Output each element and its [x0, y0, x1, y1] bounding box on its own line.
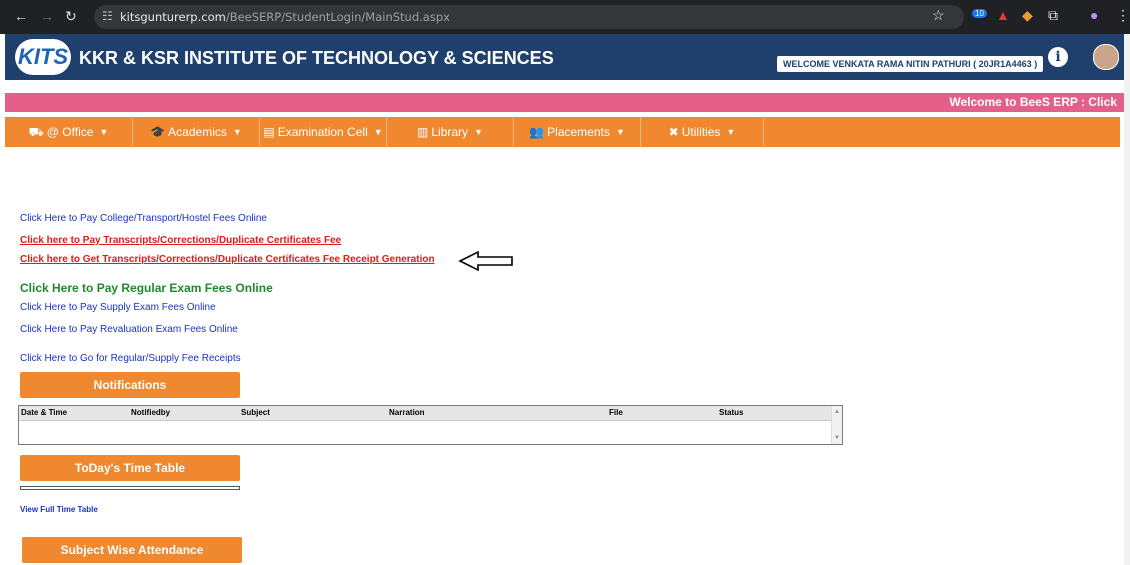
menu-library[interactable]: ▥ Library ▼ [387, 117, 514, 147]
menu-label: Library [431, 125, 469, 139]
table-header: Date & Time Notifiedby Subject Narration… [19, 406, 842, 421]
page-scrollbar[interactable] [1124, 34, 1130, 565]
users-icon: 👥 [529, 125, 545, 139]
column-header: Notifiedby [131, 408, 171, 417]
chevron-down-icon: ▼ [615, 127, 625, 137]
browser-chrome: ← → ↻ ☷ kitsgunturerp.com/BeeSERP/Studen… [0, 0, 1130, 34]
menu-label: @ Office [46, 125, 94, 139]
address-bar[interactable]: ☷ kitsgunturerp.com/BeeSERP/StudentLogin… [94, 5, 964, 29]
column-header: Status [719, 408, 744, 417]
url-text: kitsgunturerp.com/BeeSERP/StudentLogin/M… [120, 10, 450, 24]
scroll-up-icon[interactable]: ▲ [834, 409, 840, 415]
pay-supply-exam-link[interactable]: Click Here to Pay Supply Exam Fees Onlin… [20, 302, 216, 313]
pay-transcripts-fee-link[interactable]: Click here to Pay Transcripts/Correction… [20, 235, 341, 246]
menu-office[interactable]: ⛟ @ Office ▼ [5, 117, 133, 147]
view-full-timetable-link[interactable]: View Full Time Table [20, 505, 98, 514]
fee-receipts-link[interactable]: Click Here to Go for Regular/Supply Fee … [20, 353, 241, 364]
pay-regular-exam-link[interactable]: Click Here to Pay Regular Exam Fees Onli… [20, 281, 273, 295]
document-icon: ▤ [263, 125, 275, 139]
menu-examination-cell[interactable]: ▤ Examination Cell ▼ [260, 117, 387, 147]
profile-icon[interactable]: ● [1090, 7, 1098, 23]
forward-icon[interactable]: → [40, 8, 54, 24]
tools-icon: ✖ [668, 125, 679, 139]
menu-label: Placements [547, 125, 610, 139]
column-header: Narration [389, 408, 425, 417]
chevron-down-icon: ▼ [99, 127, 109, 137]
institute-logo: KITS [15, 39, 71, 75]
pay-college-fees-link[interactable]: Click Here to Pay College/Transport/Host… [20, 213, 267, 224]
pay-revaluation-link[interactable]: Click Here to Pay Revaluation Exam Fees … [20, 324, 238, 335]
warning-triangle-icon[interactable]: ▲ [996, 7, 1010, 23]
car-icon: ⛟ [28, 125, 44, 139]
main-menu: ⛟ @ Office ▼ 🎓 Academics ▼ ▤ Examination… [5, 117, 1120, 147]
page-title: KKR & KSR INSTITUTE OF TECHNOLOGY & SCIE… [79, 48, 554, 68]
transcripts-receipt-link[interactable]: Click here to Get Transcripts/Correction… [20, 254, 435, 265]
menu-utilities[interactable]: ✖ Utilities ▼ [641, 117, 764, 147]
extensions-puzzle-icon[interactable]: ⧉ [1048, 7, 1058, 24]
reload-icon[interactable]: ↻ [65, 8, 77, 25]
table-scrollbar[interactable]: ▲ ▼ [831, 406, 842, 444]
menu-label: Utilities [681, 125, 721, 139]
welcome-user-label: WELCOME VENKATA RAMA NITIN PATHURI ( 20J… [777, 56, 1044, 72]
menu-placements[interactable]: 👥 Placements ▼ [514, 117, 641, 147]
chevron-down-icon: ▼ [726, 127, 736, 137]
timetable-box [20, 486, 240, 490]
marquee-text: Welcome to BeeS ERP : Click [949, 95, 1117, 109]
left-arrow-icon [458, 250, 513, 272]
notifications-button[interactable]: Notifications [20, 372, 240, 398]
site-header: KITS KKR & KSR INSTITUTE OF TECHNOLOGY &… [5, 34, 1125, 80]
subject-attendance-button[interactable]: Subject Wise Attendance [22, 537, 242, 563]
info-icon[interactable]: i [1048, 47, 1068, 67]
notifications-table: Date & Time Notifiedby Subject Narration… [18, 405, 843, 445]
fox-extension-icon[interactable]: ◆ [1022, 7, 1033, 24]
site-info-icon[interactable]: ☷ [102, 9, 113, 23]
back-icon[interactable]: ← [14, 8, 28, 24]
scroll-down-icon[interactable]: ▼ [834, 435, 840, 441]
graduation-cap-icon: 🎓 [150, 125, 166, 139]
bookmark-star-icon[interactable]: ☆ [932, 7, 945, 24]
column-header: Subject [241, 408, 270, 417]
menu-label: Academics [168, 125, 227, 139]
welcome-marquee: Welcome to BeeS ERP : Click [5, 93, 1125, 112]
menu-label: Examination Cell [277, 125, 368, 139]
chevron-down-icon: ▼ [373, 127, 383, 137]
book-icon: ▥ [417, 125, 429, 139]
column-header: Date & Time [21, 408, 68, 417]
more-menu-icon[interactable]: ⋮ [1116, 7, 1130, 24]
avatar[interactable] [1093, 44, 1119, 70]
chevron-down-icon: ▼ [474, 127, 483, 137]
todays-timetable-button[interactable]: ToDay's Time Table [20, 455, 240, 481]
menu-academics[interactable]: 🎓 Academics ▼ [133, 117, 260, 147]
extension-badge-icon[interactable]: 10 [972, 9, 987, 18]
column-header: File [609, 408, 623, 417]
chevron-down-icon: ▼ [232, 127, 242, 137]
